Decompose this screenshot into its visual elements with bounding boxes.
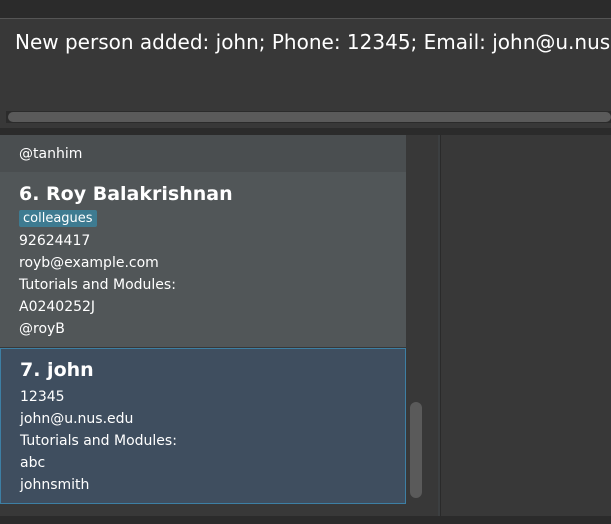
person-card-partial[interactable]: @tanhim <box>0 135 406 172</box>
horizontal-scrollbar-thumb[interactable] <box>8 112 611 122</box>
person-email: royb@example.com <box>19 255 159 271</box>
tutorials-label: Tutorials and Modules: <box>19 277 176 293</box>
person-email: john@u.nus.edu <box>20 411 134 427</box>
person-name: 6. Roy Balakrishnan <box>19 183 233 205</box>
person-handle: johnsmith <box>20 477 90 493</box>
person-tutorial: A0240252J <box>19 299 96 315</box>
status-bar <box>0 516 611 524</box>
vertical-scrollbar-thumb[interactable] <box>410 402 422 498</box>
person-handle: @royB <box>19 321 65 337</box>
person-card-selected[interactable]: 7. john 12345 john@u.nus.edu Tutorials a… <box>0 348 406 504</box>
person-tutorial: abc <box>20 455 46 471</box>
person-phone: 92624417 <box>19 233 91 249</box>
menu-bar <box>0 0 611 18</box>
tag-badge: colleagues <box>19 210 97 227</box>
detail-panel <box>440 135 611 516</box>
person-name: 7. john <box>20 359 94 381</box>
result-display: New person added: john; Phone: 12345; Em… <box>0 18 611 130</box>
person-list-panel: @tanhim 6. Roy Balakrishnan colleagues 9… <box>0 135 438 516</box>
person-card[interactable]: 6. Roy Balakrishnan colleagues 92624417 … <box>0 172 406 347</box>
result-message: New person added: john; Phone: 12345; Em… <box>15 30 611 54</box>
panel-divider <box>0 128 611 135</box>
person-handle: @tanhim <box>19 146 83 162</box>
tutorials-label: Tutorials and Modules: <box>20 433 177 449</box>
person-phone: 12345 <box>20 389 65 405</box>
